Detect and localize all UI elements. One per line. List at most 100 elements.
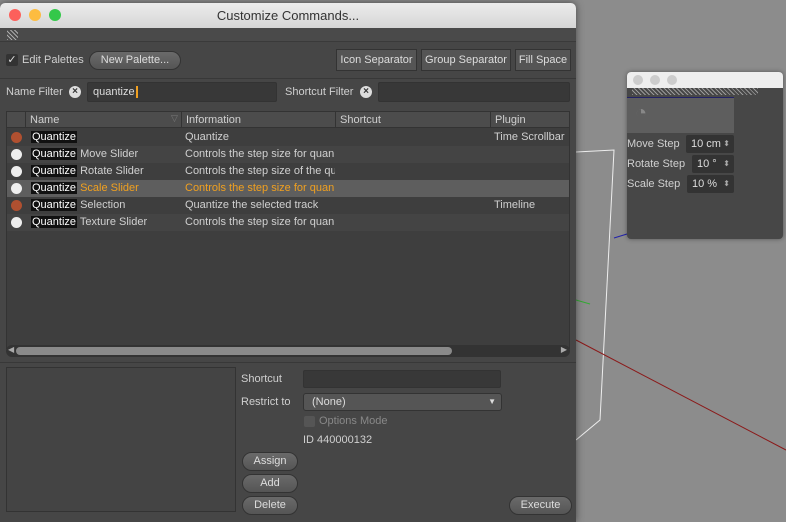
name-highlight: Quantize: [31, 165, 78, 177]
cell-information: Controls the step size for quan: [185, 148, 335, 160]
customize-commands-window: Customize Commands... ✓ Edit Palettes Ne…: [0, 3, 576, 522]
shortcut-label: Shortcut: [241, 373, 282, 385]
clear-shortcut-filter-icon[interactable]: ×: [360, 86, 372, 98]
scroll-right-icon[interactable]: ▶: [561, 345, 567, 354]
y-axis-line: [575, 299, 591, 305]
edit-palettes-label: Edit Palettes: [22, 54, 84, 66]
column-header-plugin[interactable]: Plugin: [490, 112, 570, 128]
horizontal-scrollbar[interactable]: ◀ ▶: [6, 345, 570, 357]
timeline-icon: [11, 200, 22, 211]
shortcut-input[interactable]: [303, 370, 501, 388]
column-header-name[interactable]: Name: [25, 112, 185, 128]
palette-title-bar[interactable]: [627, 72, 783, 88]
drag-grip[interactable]: [0, 28, 576, 42]
grip-icon: [7, 30, 18, 40]
rotate-step-label: Rotate Step: [627, 158, 686, 170]
shortcut-filter-label: Shortcut Filter: [285, 86, 354, 98]
scrollbar-thumb[interactable]: [16, 347, 452, 355]
edit-palettes-checkbox[interactable]: ✓: [6, 54, 18, 66]
rotate-step-input[interactable]: 10 ° ⬍: [692, 155, 734, 173]
cell-name: Quantize: [31, 129, 181, 146]
add-button[interactable]: Add: [242, 474, 298, 493]
text-cursor: [135, 86, 138, 98]
x-axis-line: [575, 339, 786, 451]
new-palette-button[interactable]: New Palette...: [89, 51, 181, 70]
name-highlight: Quantize: [31, 199, 78, 211]
restrict-to-dropdown[interactable]: (None) ▼: [303, 393, 502, 411]
gear-icon: [11, 149, 22, 160]
zoom-button[interactable]: [49, 9, 61, 21]
cell-name: Quantize Scale Slider: [31, 180, 181, 197]
name-suffix: Move Slider: [80, 148, 139, 160]
table-row[interactable]: Quantize Move Slider Controls the step s…: [7, 146, 569, 163]
icon-preview-box: [6, 367, 236, 512]
name-highlight: Quantize: [31, 216, 78, 228]
name-filter-label: Name Filter: [6, 86, 63, 98]
close-button[interactable]: [9, 9, 21, 21]
table-row[interactable]: Quantize Texture Slider Controls the ste…: [7, 214, 569, 231]
cube-wireframe: [575, 149, 615, 441]
column-header-shortcut[interactable]: Shortcut: [335, 112, 490, 128]
cell-name: Quantize Selection: [31, 197, 181, 214]
move-step-label: Move Step: [627, 138, 680, 150]
gear-icon: [11, 183, 22, 194]
palette-grip[interactable]: [632, 88, 758, 95]
shortcut-filter-input[interactable]: [378, 82, 570, 102]
scroll-left-icon[interactable]: ◀: [8, 345, 14, 354]
cell-plugin: Timeline: [494, 199, 536, 211]
stepper-icon[interactable]: ⬍: [723, 175, 730, 193]
cell-information: Quantize: [185, 131, 230, 143]
table-row[interactable]: Quantize Rotate Slider Controls the step…: [7, 163, 569, 180]
cell-information: Controls the step size for quan: [185, 216, 335, 228]
move-step-input[interactable]: 10 cm ⬍: [686, 135, 734, 153]
group-separator-button[interactable]: Group Separator: [421, 49, 511, 71]
chevron-down-icon: ▼: [488, 397, 496, 406]
table-row[interactable]: Quantize Selection Quantize the selected…: [7, 197, 569, 214]
execute-button[interactable]: Execute: [509, 496, 572, 515]
cell-name: Quantize Rotate Slider: [31, 163, 181, 180]
sort-icon[interactable]: ▽: [171, 113, 178, 124]
table-row[interactable]: Quantize Scale Slider Controls the step …: [7, 180, 569, 197]
name-highlight: Quantize: [31, 182, 78, 194]
timeline-icon: ◔: [635, 102, 648, 124]
command-id: ID 440000132: [303, 434, 373, 446]
name-filter-input[interactable]: quantize: [87, 82, 277, 102]
stepper-icon[interactable]: ⬍: [723, 155, 730, 173]
restrict-to-label: Restrict to: [241, 396, 291, 408]
name-suffix: Texture Slider: [79, 216, 148, 228]
palette-minimize-button[interactable]: [650, 75, 660, 85]
icon-separator-button[interactable]: Icon Separator: [336, 49, 417, 71]
scale-step-input[interactable]: 10 % ⬍: [687, 175, 734, 193]
fill-space-button[interactable]: Fill Space: [515, 49, 571, 71]
name-suffix: Selection: [80, 199, 126, 211]
assign-button[interactable]: Assign: [242, 452, 298, 471]
name-suffix: Rotate Slider: [80, 165, 144, 177]
cell-name: Quantize Texture Slider: [31, 214, 181, 231]
cell-plugin: Time Scrollbar: [494, 131, 565, 143]
timeline-icon: [11, 132, 22, 143]
quantize-command-icon[interactable]: ◔: [627, 97, 734, 133]
name-suffix: Scale Slider: [80, 182, 139, 194]
palette-close-button[interactable]: [633, 75, 643, 85]
cell-information: Controls the step size for quan: [185, 182, 335, 194]
commands-table: Name ▽ Information Shortcut Plugin Quant…: [6, 111, 570, 349]
options-mode-checkbox[interactable]: [304, 416, 315, 427]
cell-information: Quantize the selected track: [185, 199, 319, 211]
options-mode-label: Options Mode: [319, 415, 388, 427]
quantize-palette-window: ◔ Move Step 10 cm ⬍ Rotate Step 10 ° ⬍ Sca…: [627, 72, 783, 239]
title-bar[interactable]: Customize Commands...: [0, 3, 576, 28]
minimize-button[interactable]: [29, 9, 41, 21]
table-row[interactable]: Quantize Quantize Time Scrollbar: [7, 129, 569, 146]
name-highlight: Quantize: [31, 148, 78, 160]
delete-button[interactable]: Delete: [242, 496, 298, 515]
palette-zoom-button[interactable]: [667, 75, 677, 85]
table-header: Name ▽ Information Shortcut Plugin: [7, 112, 569, 128]
gear-icon: [11, 217, 22, 228]
scale-step-label: Scale Step: [627, 178, 681, 190]
z-axis-line: [613, 233, 628, 239]
stepper-icon[interactable]: ⬍: [723, 135, 730, 153]
cell-name: Quantize Move Slider: [31, 146, 181, 163]
clear-name-filter-icon[interactable]: ×: [69, 86, 81, 98]
cell-information: Controls the step size of the qu: [185, 165, 335, 177]
column-header-information[interactable]: Information: [181, 112, 335, 128]
